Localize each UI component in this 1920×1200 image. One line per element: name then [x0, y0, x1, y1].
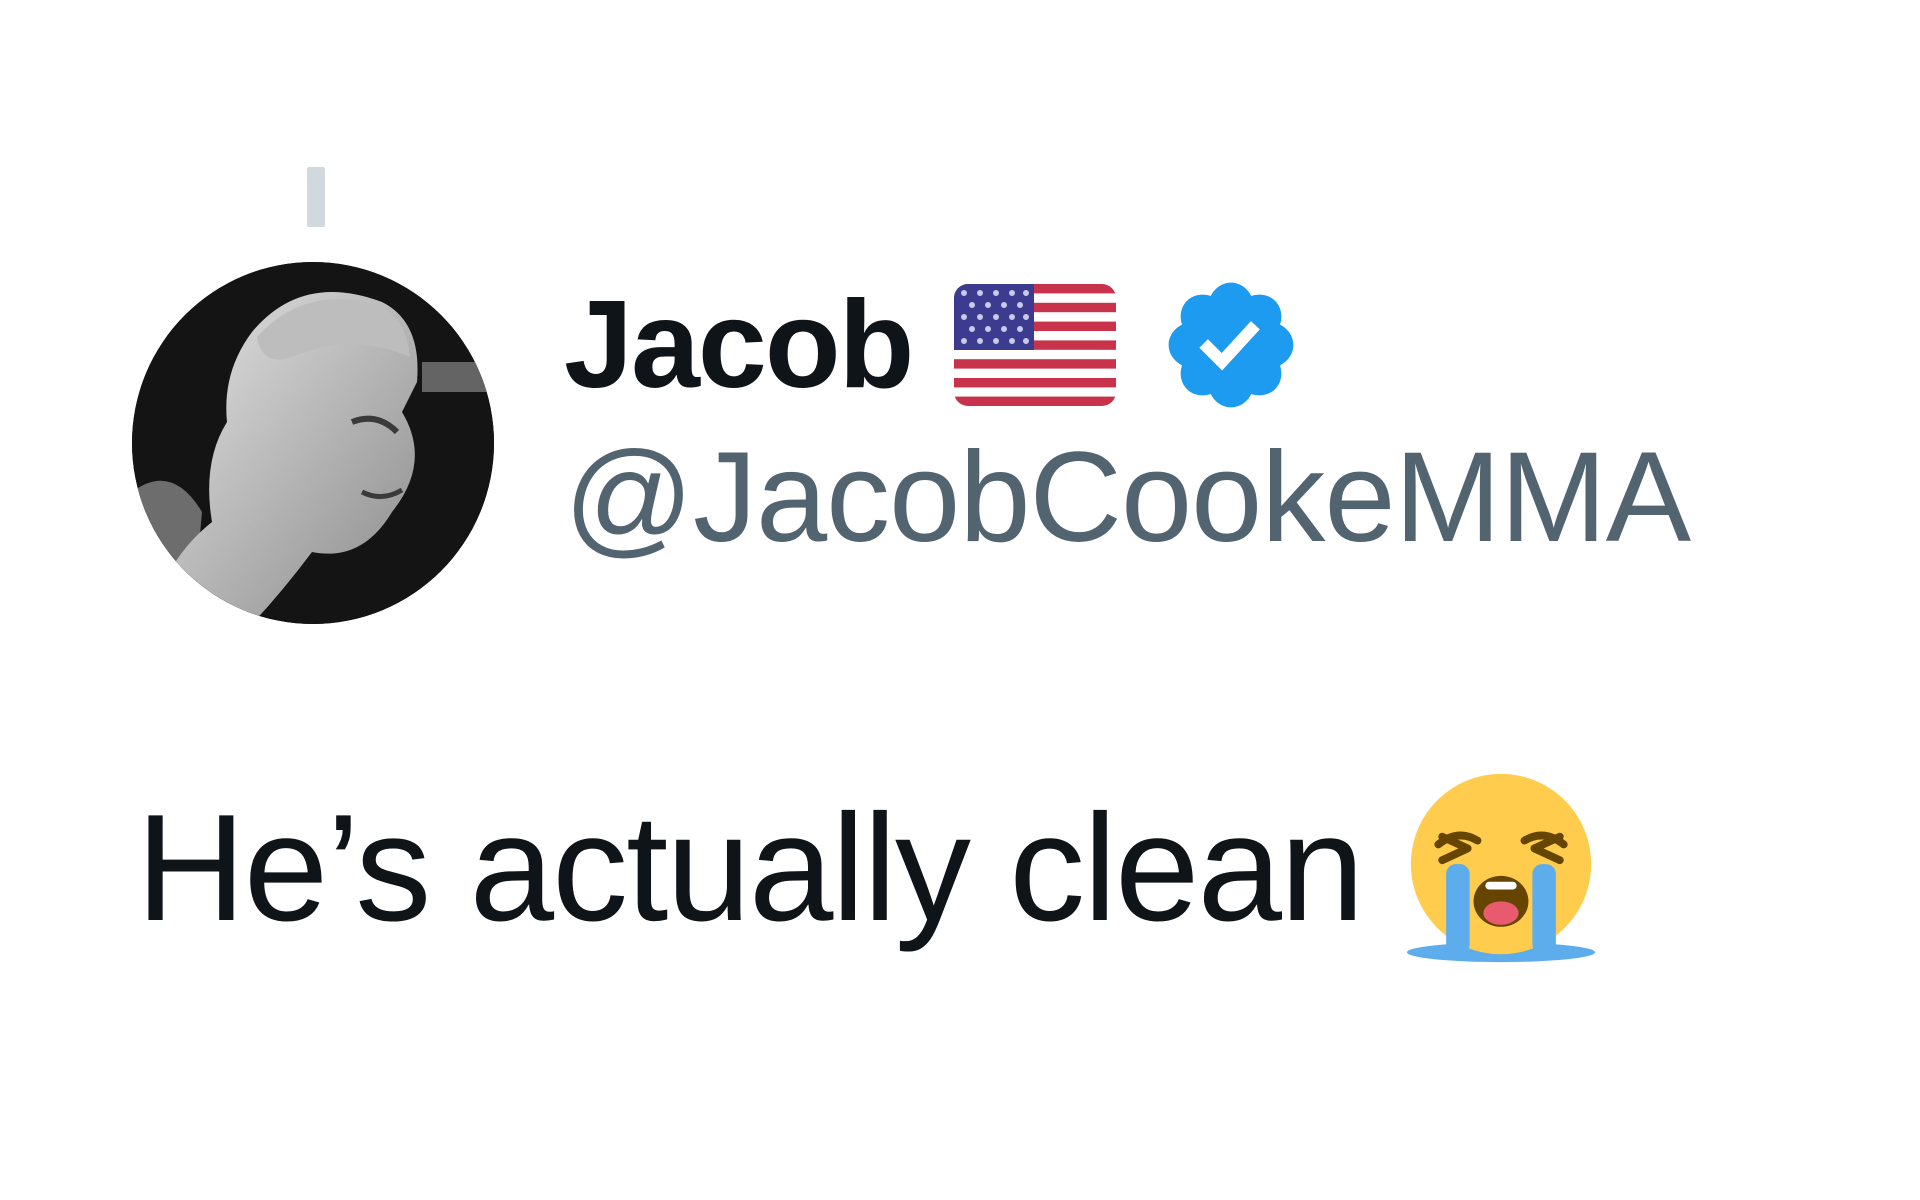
author-handle[interactable]: @JacobCookeMMA [564, 434, 1691, 562]
name-row: Jacob [564, 270, 1690, 420]
tweet-body-text: He’s actually clean [136, 783, 1365, 953]
tweet[interactable]: Jacob @JacobCookeMMA He’s actually clean [0, 0, 1920, 1200]
loudly-crying-face-icon [1406, 773, 1595, 963]
verified-badge-icon[interactable] [1158, 272, 1304, 418]
display-name[interactable]: Jacob [564, 283, 914, 407]
author-identity: Jacob @JacobCookeMMA [564, 270, 1691, 562]
us-flag-icon [954, 284, 1117, 406]
tweet-text: He’s actually clean [136, 770, 1599, 966]
avatar[interactable] [132, 262, 494, 624]
thread-connector-line [307, 167, 325, 227]
avatar-photo [132, 262, 494, 624]
